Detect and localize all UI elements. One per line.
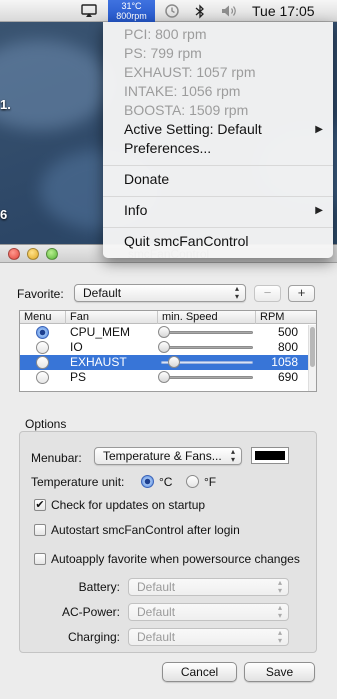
add-favorite-button[interactable]: +	[288, 285, 315, 302]
menubar-display-value: Temperature & Fans...	[103, 449, 222, 463]
menu-item-preferences[interactable]: Preferences...	[103, 139, 333, 158]
volume-icon[interactable]	[218, 0, 242, 22]
fan-table: Menu Fan min. Speed RPM CPU_MEM 500 IO 800 E…	[19, 310, 317, 392]
menu-item-info[interactable]: Info ▶	[103, 201, 333, 220]
fan-rpm: 500	[277, 325, 298, 339]
save-button[interactable]: Save	[244, 662, 315, 682]
autoapply-label: Autoapply favorite when powersource chan…	[51, 552, 300, 566]
menubar-display-popup[interactable]: Temperature & Fans... ▴ ▾	[94, 447, 242, 465]
fan-rpm: 800	[277, 340, 298, 354]
menu-item-active-setting[interactable]: Active Setting: Default ▶	[103, 120, 333, 139]
favorite-popup[interactable]: Default ▴ ▾	[74, 284, 246, 302]
charging-label: Charging:	[67, 630, 120, 644]
menu-item-info-label: Info	[124, 202, 148, 218]
time-machine-icon[interactable]	[160, 0, 184, 22]
desktop-icon-label: 6	[0, 207, 8, 222]
fan-rpm: 1058	[271, 355, 298, 369]
min-speed-slider[interactable]	[161, 331, 253, 334]
menu-reading-ps: PS: 799 rpm	[124, 45, 202, 61]
temperature-unit-label: Temperature unit:	[31, 475, 125, 489]
updown-arrows-icon: ▴ ▾	[277, 603, 282, 620]
ac-power-label: AC-Power:	[61, 605, 120, 619]
show-in-menu-radio[interactable]	[36, 326, 49, 339]
celsius-radio[interactable]	[141, 475, 154, 488]
menubar: 31°C 800rpm Tue 17:05	[0, 0, 337, 22]
desktop-icon-label: 1.	[0, 97, 11, 112]
column-header-fan[interactable]: Fan	[66, 311, 158, 324]
column-header-min-speed[interactable]: min. Speed	[158, 311, 256, 324]
show-in-menu-radio[interactable]	[36, 341, 49, 354]
fan-name: EXHAUST	[70, 355, 127, 369]
autostart-checkbox[interactable]	[34, 524, 46, 536]
show-in-menu-radio[interactable]	[36, 371, 49, 384]
fan-name: CPU_MEM	[70, 325, 131, 339]
slider-knob[interactable]	[158, 326, 170, 338]
menu-reading-exhaust: EXHAUST: 1057 rpm	[124, 64, 256, 80]
menubar-color-well[interactable]	[251, 447, 289, 464]
check-updates-checkbox[interactable]: ✔	[34, 499, 46, 511]
updown-arrows-icon: ▴ ▾	[230, 447, 235, 464]
menu-item-donate[interactable]: Donate	[103, 170, 333, 189]
menubar-clock[interactable]: Tue 17:05	[252, 0, 315, 22]
preferences-window: smcFanControl Favorite: Default ▴▾ − + M…	[0, 244, 337, 699]
bluetooth-icon[interactable]	[190, 0, 210, 22]
menu-reading-pci: PCI: 800 rpm	[124, 26, 207, 42]
favorite-value: Default	[83, 286, 122, 300]
scrollbar-thumb[interactable]	[310, 327, 315, 367]
celsius-label: °C	[159, 475, 173, 489]
updown-arrows-icon: ▴ ▾	[234, 284, 239, 301]
color-swatch	[255, 451, 285, 460]
fan-name: PS	[70, 370, 87, 384]
favorite-label: Favorite:	[17, 287, 64, 301]
slider-knob[interactable]	[158, 341, 170, 353]
fan-table-row[interactable]: PS 690	[20, 370, 308, 385]
ac-power-favorite-value: Default	[137, 605, 176, 619]
min-speed-slider[interactable]	[161, 346, 253, 349]
remove-favorite-button[interactable]: −	[254, 285, 281, 302]
submenu-arrow-icon: ▶	[315, 205, 323, 216]
fan-table-row[interactable]: IO 800	[20, 340, 308, 355]
menu-item-quit[interactable]: Quit smcFanControl	[103, 232, 333, 251]
fan-table-row[interactable]: EXHAUST 1058	[20, 355, 308, 370]
slider-knob[interactable]	[168, 356, 181, 368]
fan-table-scrollbar[interactable]	[308, 325, 316, 391]
options-title: Options	[25, 417, 67, 431]
submenu-arrow-icon: ▶	[315, 124, 323, 135]
fan-table-header: Menu Fan min. Speed RPM	[20, 311, 316, 324]
menu-item-active-setting-label: Active Setting: Default	[124, 121, 262, 137]
battery-favorite-value: Default	[137, 580, 176, 594]
slider-knob[interactable]	[158, 371, 170, 383]
fahrenheit-label: °F	[204, 475, 217, 489]
charging-favorite-value: Default	[137, 630, 176, 644]
battery-label: Battery:	[78, 580, 120, 594]
fan-name: IO	[70, 340, 83, 354]
menu-separator	[103, 196, 333, 197]
fan-control-menu-extra[interactable]: 31°C 800rpm	[108, 0, 155, 22]
column-header-rpm[interactable]: RPM	[256, 311, 316, 324]
menu-reading-intake: INTAKE: 1056 rpm	[124, 83, 241, 99]
fan-table-row[interactable]: CPU_MEM 500	[20, 325, 308, 340]
show-in-menu-radio[interactable]	[36, 356, 49, 369]
fahrenheit-radio[interactable]	[186, 475, 199, 488]
cancel-button[interactable]: Cancel	[162, 662, 237, 682]
fan-rpm: 690	[277, 370, 298, 384]
column-header-menu[interactable]: Menu	[20, 311, 66, 324]
menubar-display-label: Menubar:	[31, 451, 82, 465]
fan-control-menu: PCI: 800 rpm PS: 799 rpm EXHAUST: 1057 r…	[103, 22, 333, 258]
min-speed-slider[interactable]	[161, 376, 253, 379]
ac-power-favorite-popup[interactable]: Default ▴ ▾	[128, 603, 289, 621]
charging-favorite-popup[interactable]: Default ▴ ▾	[128, 628, 289, 646]
menu-separator	[103, 227, 333, 228]
menu-separator	[103, 165, 333, 166]
airplay-icon[interactable]	[78, 0, 100, 22]
menubar-rpm: 800rpm	[116, 11, 147, 21]
check-updates-label: Check for updates on startup	[51, 498, 206, 512]
autoapply-checkbox[interactable]	[34, 553, 46, 565]
menu-reading-boosta: BOOSTA: 1509 rpm	[124, 102, 249, 118]
autostart-label: Autostart smcFanControl after login	[51, 523, 240, 537]
updown-arrows-icon: ▴ ▾	[277, 578, 282, 595]
updown-arrows-icon: ▴ ▾	[277, 628, 282, 645]
battery-favorite-popup[interactable]: Default ▴ ▾	[128, 578, 289, 596]
menubar-temperature: 31°C	[121, 1, 142, 11]
